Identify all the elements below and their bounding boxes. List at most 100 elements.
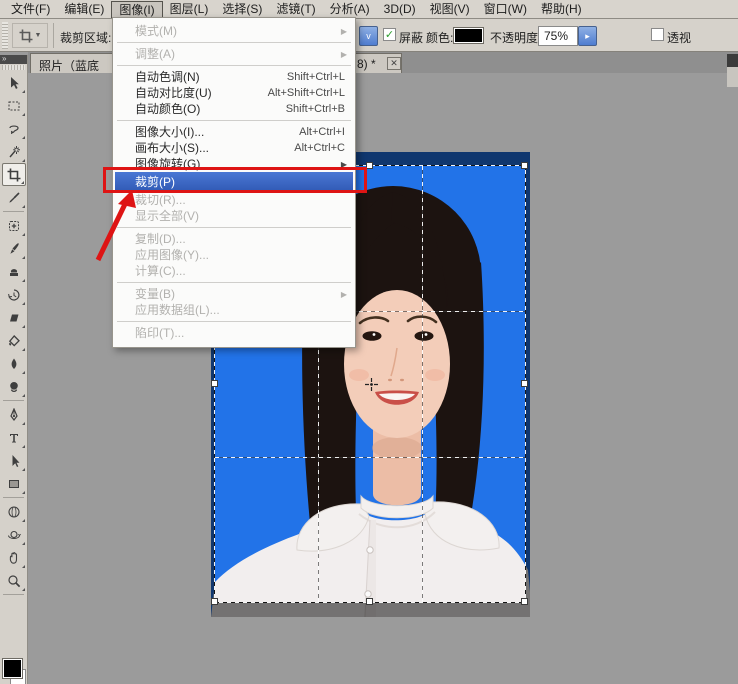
- menu-item-canvas-size[interactable]: 画布大小(S)... Alt+Ctrl+C: [113, 140, 355, 156]
- menubar-item-window[interactable]: 窗口(W): [477, 1, 534, 18]
- toolbox-panel: » ◯: [0, 55, 28, 684]
- menu-item-label: 应用数据组(L)...: [135, 303, 220, 317]
- menu-item-shortcut: Shift+Ctrl+B: [285, 103, 345, 115]
- rectangular-marquee-tool-icon[interactable]: [2, 94, 26, 117]
- crop-area-dropdown-arrow[interactable]: v: [359, 26, 378, 46]
- panel-dock-edge: [727, 67, 738, 87]
- menu-item-mode: 模式(M) ▶: [113, 23, 355, 39]
- hand-tool-icon[interactable]: [2, 546, 26, 569]
- crop-icon: [19, 29, 33, 42]
- menu-item-shortcut: Alt+Shift+Ctrl+L: [267, 87, 345, 99]
- shield-color-label: 颜色:: [426, 31, 454, 45]
- shield-color-swatch[interactable]: [453, 27, 484, 44]
- menu-item-label: 自动对比度(U): [135, 86, 212, 100]
- healing-brush-tool-icon[interactable]: [2, 214, 26, 237]
- menu-bar: 文件(F) 编辑(E) 图像(I) 图层(L) 选择(S) 滤镜(T) 分析(A) 3D(D)…: [0, 0, 738, 19]
- menubar-item-filter[interactable]: 滤镜(T): [269, 1, 322, 18]
- tab-title-right: 8) *: [357, 57, 376, 71]
- menu-item-label: 调整(A): [135, 47, 175, 61]
- submenu-arrow-icon: ▶: [340, 50, 347, 59]
- eraser-tool-icon[interactable]: [2, 306, 26, 329]
- toolbox-grip[interactable]: [2, 65, 25, 70]
- type-tool-icon[interactable]: [2, 426, 26, 449]
- toolbox-collapse-button[interactable]: »: [0, 55, 27, 64]
- pen-tool-icon[interactable]: [2, 403, 26, 426]
- toolbox-tools: [0, 71, 27, 595]
- menu-item-image-size[interactable]: 图像大小(I)... Alt+Ctrl+I: [113, 124, 355, 140]
- brush-tool-icon[interactable]: [2, 237, 26, 260]
- crop-handle-middle-left[interactable]: [211, 380, 218, 387]
- toolbox-separator: [3, 211, 24, 212]
- menubar-item-view[interactable]: 视图(V): [423, 1, 477, 18]
- menubar-item-image[interactable]: 图像(I): [111, 0, 163, 18]
- shield-checkbox[interactable]: ✓: [383, 28, 396, 41]
- move-tool-icon[interactable]: [2, 71, 26, 94]
- menu-item-label: 陷印(T)...: [135, 326, 185, 340]
- menu-item-auto-color[interactable]: 自动颜色(O) Shift+Ctrl+B: [113, 101, 355, 117]
- perspective-checkbox[interactable]: [651, 28, 664, 41]
- path-selection-tool-icon[interactable]: [2, 449, 26, 472]
- menu-item-label: 自动颜色(O): [135, 102, 201, 116]
- close-icon: ✕: [390, 58, 398, 68]
- menu-separator: [117, 120, 351, 121]
- rectangle-shape-tool-icon[interactable]: [2, 472, 26, 495]
- tool-preset-picker[interactable]: ▼: [12, 23, 48, 48]
- 3d-rotate-tool-icon[interactable]: [2, 500, 26, 523]
- tab-close-button[interactable]: ✕: [387, 57, 401, 70]
- menu-item-apply-data-set: 应用数据组(L)...: [113, 302, 355, 318]
- toolbox-separator: [3, 594, 24, 595]
- crop-handle-top-right[interactable]: [521, 162, 528, 169]
- foreground-color-swatch[interactable]: [3, 659, 22, 678]
- menubar-item-edit[interactable]: 编辑(E): [57, 1, 111, 18]
- crop-handle-bottom-center[interactable]: [366, 598, 373, 605]
- opacity-label: 不透明度:: [490, 31, 542, 45]
- burn-tool-icon[interactable]: [2, 375, 26, 398]
- menu-item-auto-tone[interactable]: 自动色调(N) Shift+Ctrl+L: [113, 69, 355, 85]
- photoshop-window: 文件(F) 编辑(E) 图像(I) 图层(L) 选择(S) 滤镜(T) 分析(A) 3D(D)…: [0, 0, 738, 684]
- menu-item-apply-image: 应用图像(Y)...: [113, 247, 355, 263]
- history-brush-tool-icon[interactable]: [2, 283, 26, 306]
- toolbox-separator: [3, 497, 24, 498]
- collapse-icon: »: [2, 54, 7, 63]
- clone-stamp-tool-icon[interactable]: [2, 260, 26, 283]
- menubar-item-layer[interactable]: 图层(L): [163, 1, 216, 18]
- magic-wand-tool-icon[interactable]: [2, 140, 26, 163]
- tab-title-left: 照片（蓝底: [39, 59, 100, 73]
- menu-item-auto-contrast[interactable]: 自动对比度(U) Alt+Shift+Ctrl+L: [113, 85, 355, 101]
- menu-item-label: 应用图像(Y)...: [135, 248, 209, 262]
- annotation-arrow-icon: [95, 190, 136, 262]
- color-swatches: [2, 659, 28, 684]
- check-icon: ✓: [384, 29, 395, 41]
- options-separator: [53, 23, 54, 48]
- menubar-item-help[interactable]: 帮助(H): [534, 1, 589, 18]
- zoom-tool-icon[interactable]: [2, 569, 26, 592]
- menu-item-calculations: 计算(C)...: [113, 263, 355, 279]
- crop-handle-top-center[interactable]: [366, 162, 373, 169]
- menubar-item-3d[interactable]: 3D(D): [377, 1, 423, 18]
- menubar-item-file[interactable]: 文件(F): [4, 1, 57, 18]
- crop-handle-bottom-right[interactable]: [521, 598, 528, 605]
- menu-separator: [117, 227, 351, 228]
- opacity-input[interactable]: 75%: [538, 26, 578, 46]
- menu-item-trim: 裁切(R)...: [113, 192, 355, 208]
- menu-item-duplicate: 复制(D)...: [113, 231, 355, 247]
- chevron-down-icon: ▼: [34, 32, 42, 39]
- menubar-item-analysis[interactable]: 分析(A): [323, 1, 377, 18]
- crop-handle-bottom-left[interactable]: [211, 598, 218, 605]
- crop-tool-icon[interactable]: [1, 163, 26, 186]
- panel-dock-collapsed[interactable]: [727, 54, 738, 67]
- crop-area-label: 裁剪区域:: [60, 31, 112, 45]
- options-bar-grip[interactable]: [2, 22, 8, 49]
- eyedropper-tool-icon[interactable]: [2, 186, 26, 209]
- crop-center-point[interactable]: [365, 378, 378, 391]
- lasso-tool-icon[interactable]: [2, 117, 26, 140]
- menu-item-adjustments: 调整(A) ▶: [113, 46, 355, 62]
- paint-bucket-tool-icon[interactable]: [2, 329, 26, 352]
- menu-item-label: 变量(B): [135, 287, 175, 301]
- opacity-spinner-arrow[interactable]: ▸: [578, 26, 597, 46]
- menubar-item-select[interactable]: 选择(S): [215, 1, 269, 18]
- crop-handle-middle-right[interactable]: [521, 380, 528, 387]
- menu-item-label: 图像大小(I)...: [135, 125, 205, 139]
- blur-tool-icon[interactable]: [2, 352, 26, 375]
- 3d-orbit-tool-icon[interactable]: [2, 523, 26, 546]
